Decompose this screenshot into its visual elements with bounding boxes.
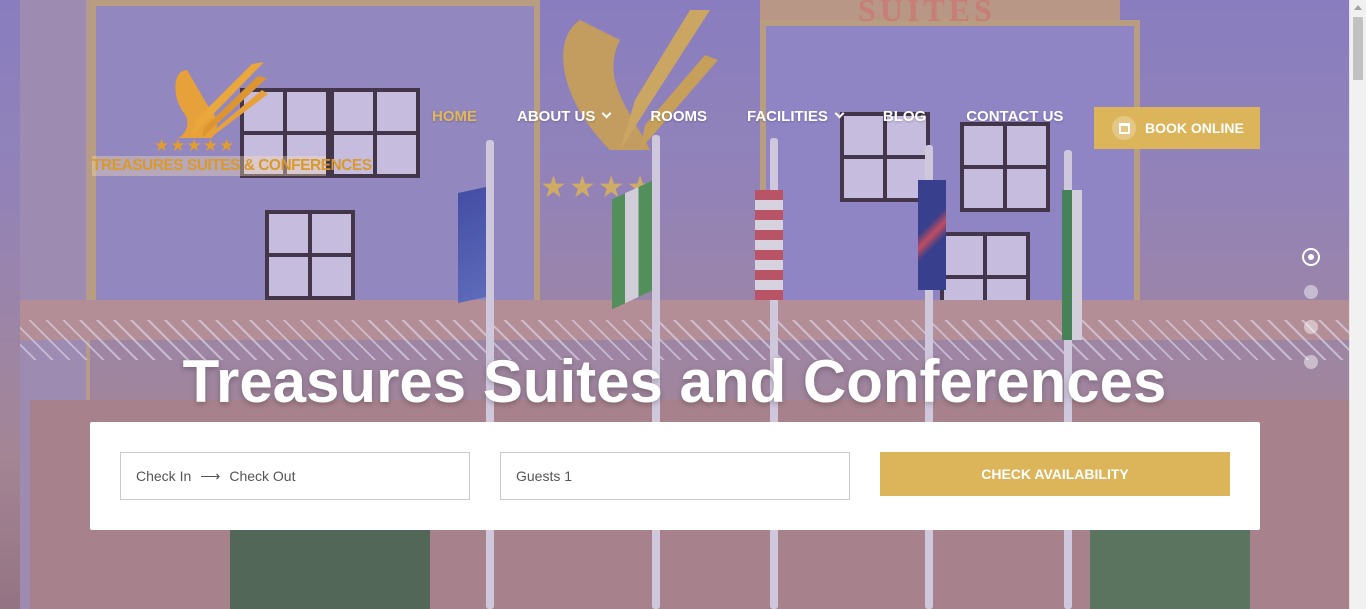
nav-label: CONTACT US	[966, 107, 1064, 125]
book-online-label: BOOK ONLINE	[1145, 120, 1244, 136]
nav-label: ROOMS	[650, 107, 708, 125]
book-online-button[interactable]: BOOK ONLINE	[1094, 107, 1260, 149]
chevron-down-icon	[834, 108, 845, 118]
site-logo[interactable]: ★★★★★ TREASURES SUITES & CONFERENCES	[92, 58, 372, 178]
scrollbar-thumb[interactable]	[1353, 17, 1363, 80]
nav-label: ABOUT US	[517, 107, 596, 125]
guests-field[interactable]: Guests 1	[500, 452, 850, 500]
nav-item-facilities[interactable]: FACILITIES	[747, 104, 845, 128]
page-scrollbar[interactable]	[1349, 0, 1366, 609]
scroll-up-arrow-icon[interactable]	[1354, 5, 1362, 10]
slider-dot-3[interactable]	[1304, 320, 1318, 334]
check-out-label: Check Out	[229, 468, 296, 484]
nav-item-about-us[interactable]: ABOUT US	[517, 104, 612, 128]
guests-label: Guests 1	[516, 468, 573, 484]
nav-label: FACILITIES	[747, 107, 828, 125]
slider-dot-1[interactable]	[1302, 248, 1320, 266]
calendar-icon	[1112, 116, 1136, 140]
nav-item-rooms[interactable]: ROOMS	[650, 104, 707, 128]
check-availability-button[interactable]: CHECK AVAILABILITY	[880, 452, 1230, 496]
hero-headline: Treasures Suites and Conferences	[182, 348, 1167, 415]
booking-form: Check In ⟶ Check Out Guests 1 CHECK AVAI…	[90, 422, 1260, 530]
chevron-down-icon	[601, 108, 612, 118]
logo-stars: ★★★★★	[154, 136, 236, 155]
arrow-right-icon: ⟶	[200, 467, 221, 484]
nav-item-home[interactable]: HOME	[432, 104, 477, 128]
slider-dot-2[interactable]	[1304, 285, 1318, 299]
date-range-field[interactable]: Check In ⟶ Check Out	[120, 452, 470, 500]
check-in-label: Check In	[136, 468, 192, 484]
main-nav: HOME ABOUT US ROOMS FACILITIES BLOG CONT…	[432, 104, 1103, 128]
logo-text: TREASURES SUITES & CONFERENCES	[92, 156, 372, 176]
nav-label: HOME	[432, 107, 477, 125]
nav-label: BLOG	[882, 107, 927, 125]
nav-item-contact-us[interactable]: CONTACT US	[966, 104, 1063, 128]
nav-item-blog[interactable]: BLOG	[883, 104, 926, 128]
